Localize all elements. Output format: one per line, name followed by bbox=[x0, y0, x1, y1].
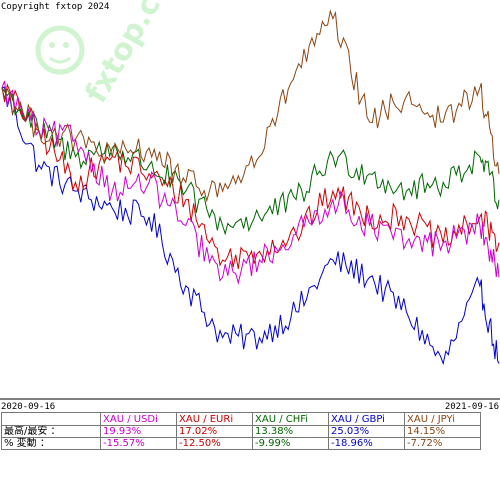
copyright-text: Copyright fxtop 2024 bbox=[1, 2, 109, 12]
min-value-gbp: -18.96% bbox=[328, 437, 405, 450]
min-value-chf: -9.99% bbox=[252, 437, 329, 450]
max-row-label: 最高/最安 ： bbox=[1, 425, 101, 438]
legend-header-gbp: XAU / GBPi bbox=[328, 412, 405, 426]
legend-min-row: % 変動 ： -15.57% -12.50% -9.99% -18.96% -7… bbox=[1, 437, 481, 450]
max-value-chf: 13.38% bbox=[252, 425, 329, 438]
min-row-label: % 変動 ： bbox=[1, 437, 101, 450]
legend-header-row: XAU / USDi XAU / EURi XAU / CHFi XAU / G… bbox=[1, 412, 481, 426]
watermark-logo-icon bbox=[35, 25, 85, 75]
max-value-jpy: 14.15% bbox=[404, 425, 481, 438]
max-value-gbp: 25.03% bbox=[328, 425, 405, 438]
min-value-jpy: -7.72% bbox=[404, 437, 481, 450]
legend-corner-cell bbox=[1, 412, 101, 426]
min-value-usd: -15.57% bbox=[100, 437, 177, 450]
max-value-eur: 17.02% bbox=[176, 425, 253, 438]
series-line-xau-euri bbox=[1, 82, 500, 269]
watermark-text: fxtop.com bbox=[79, 0, 194, 109]
watermark: fxtop.com bbox=[35, 0, 194, 109]
legend-header-chf: XAU / CHFi bbox=[252, 412, 329, 426]
legend-max-row: 最高/最安 ： 19.93% 17.02% 13.38% 25.03% 14.1… bbox=[1, 425, 481, 438]
legend-header-usd: XAU / USDi bbox=[100, 412, 177, 426]
legend-table: XAU / USDi XAU / EURi XAU / CHFi XAU / G… bbox=[1, 412, 481, 450]
min-value-eur: -12.50% bbox=[176, 437, 253, 450]
max-value-usd: 19.93% bbox=[100, 425, 177, 438]
x-start-label: 2020-09-16 bbox=[1, 402, 55, 412]
legend-header-jpy: XAU / JPYi bbox=[404, 412, 481, 426]
legend-header-eur: XAU / EURi bbox=[176, 412, 253, 426]
x-end-label: 2021-09-16 bbox=[445, 402, 499, 412]
